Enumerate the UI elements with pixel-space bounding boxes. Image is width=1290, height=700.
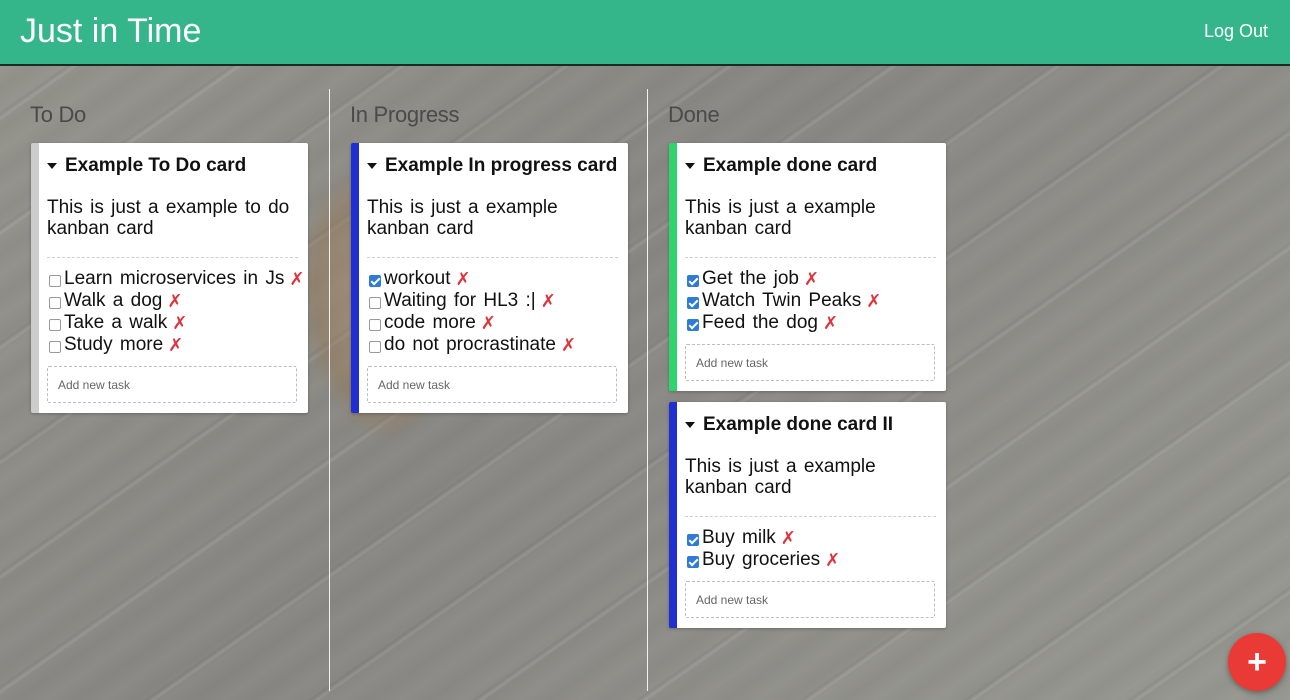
task-label: Buy milk xyxy=(702,527,776,548)
delete-task-icon[interactable]: ✗ xyxy=(825,550,840,571)
column-title-todo: To Do xyxy=(30,102,86,127)
card-header[interactable]: Example done card II xyxy=(677,402,946,448)
task-checkbox[interactable] xyxy=(49,318,61,331)
task-list: workout ✗ Waiting for HL3 :| ✗ code more… xyxy=(359,258,628,360)
task-item: Take a walk ✗ xyxy=(49,312,308,334)
add-task-input[interactable] xyxy=(47,366,297,403)
delete-task-icon[interactable]: ✗ xyxy=(289,269,304,290)
add-task-input[interactable] xyxy=(367,366,617,403)
task-checkbox[interactable] xyxy=(369,296,381,309)
task-item: Feed the dog ✗ xyxy=(687,312,946,334)
card-header[interactable]: Example done card xyxy=(677,143,946,189)
task-label: Watch Twin Peaks xyxy=(702,290,862,311)
task-item: Watch Twin Peaks ✗ xyxy=(687,290,946,312)
top-bar: Just in Time Log Out xyxy=(0,0,1290,66)
task-label: Get the job xyxy=(702,268,799,289)
task-checkbox[interactable] xyxy=(369,318,381,331)
task-checkbox[interactable] xyxy=(49,296,61,309)
card-done-2: Example done card II This is just a exam… xyxy=(669,402,946,628)
task-list: Buy milk ✗ Buy groceries ✗ xyxy=(677,517,946,575)
delete-task-icon[interactable]: ✗ xyxy=(172,313,187,334)
task-label: workout xyxy=(384,268,451,289)
task-label: Waiting for HL3 :| xyxy=(384,290,536,311)
delete-task-icon[interactable]: ✗ xyxy=(866,291,881,312)
task-item: Learn microservices in Js ✗ xyxy=(49,268,308,290)
task-item: Waiting for HL3 :| ✗ xyxy=(369,290,628,312)
card-description: This is just a example to do kanban card xyxy=(47,189,298,258)
collapse-caret-icon[interactable] xyxy=(367,163,377,169)
column-divider xyxy=(329,89,330,691)
add-task-input[interactable] xyxy=(685,581,935,618)
task-item: workout ✗ xyxy=(369,268,628,290)
collapse-caret-icon[interactable] xyxy=(685,163,695,169)
card-title: Example done card xyxy=(703,155,878,176)
card-header[interactable]: Example In progress card xyxy=(359,143,628,189)
delete-task-icon[interactable]: ✗ xyxy=(456,269,471,290)
delete-task-icon[interactable]: ✗ xyxy=(481,313,496,334)
task-list: Learn microservices in Js ✗ Walk a dog ✗… xyxy=(39,258,308,360)
task-label: Walk a dog xyxy=(64,290,163,311)
task-checkbox[interactable] xyxy=(49,274,61,287)
task-item: Buy groceries ✗ xyxy=(687,549,946,571)
delete-task-icon[interactable]: ✗ xyxy=(167,291,182,312)
card-title: Example In progress card xyxy=(385,155,618,176)
task-item: Walk a dog ✗ xyxy=(49,290,308,312)
card-description: This is just a example kanban card xyxy=(367,189,618,258)
task-item: Study more ✗ xyxy=(49,334,308,356)
task-item: Buy milk ✗ xyxy=(687,527,946,549)
task-label: code more xyxy=(384,312,476,333)
task-list: Get the job ✗ Watch Twin Peaks ✗ Feed th… xyxy=(677,258,946,338)
task-checkbox[interactable] xyxy=(687,318,699,331)
task-item: do not procrastinate ✗ xyxy=(369,334,628,356)
card-done: Example done card This is just a example… xyxy=(669,143,946,391)
delete-task-icon[interactable]: ✗ xyxy=(168,335,183,356)
add-card-button[interactable]: + xyxy=(1228,633,1286,691)
logout-button[interactable]: Log Out xyxy=(1204,21,1268,42)
task-checkbox[interactable] xyxy=(687,296,699,309)
task-label: Buy groceries xyxy=(702,549,821,570)
collapse-caret-icon[interactable] xyxy=(47,163,57,169)
column-title-in-progress: In Progress xyxy=(350,102,460,127)
delete-task-icon[interactable]: ✗ xyxy=(541,291,556,312)
app-title: Just in Time xyxy=(20,12,202,50)
task-label: Learn microservices in Js xyxy=(64,268,285,289)
card-title: Example To Do card xyxy=(65,155,247,176)
collapse-caret-icon[interactable] xyxy=(685,422,695,428)
task-checkbox[interactable] xyxy=(687,533,699,546)
add-task-input[interactable] xyxy=(685,344,935,381)
card-header[interactable]: Example To Do card xyxy=(39,143,308,189)
delete-task-icon[interactable]: ✗ xyxy=(823,313,838,334)
delete-task-icon[interactable]: ✗ xyxy=(781,528,796,549)
delete-task-icon[interactable]: ✗ xyxy=(561,335,576,356)
column-divider xyxy=(647,89,648,691)
task-checkbox[interactable] xyxy=(687,274,699,287)
task-checkbox[interactable] xyxy=(687,555,699,568)
task-item: Get the job ✗ xyxy=(687,268,946,290)
task-label: Feed the dog xyxy=(702,312,818,333)
task-checkbox[interactable] xyxy=(49,340,61,353)
card-description: This is just a example kanban card xyxy=(685,448,936,517)
task-item: code more ✗ xyxy=(369,312,628,334)
task-checkbox[interactable] xyxy=(369,340,381,353)
card-description: This is just a example kanban card xyxy=(685,189,936,258)
task-checkbox[interactable] xyxy=(369,274,381,287)
task-label: Take a walk xyxy=(64,312,168,333)
card-title: Example done card II xyxy=(703,414,894,435)
column-title-done: Done xyxy=(668,102,720,127)
card-in-progress: Example In progress card This is just a … xyxy=(351,143,628,413)
delete-task-icon[interactable]: ✗ xyxy=(804,269,819,290)
card-todo: Example To Do card This is just a exampl… xyxy=(31,143,308,413)
task-label: Study more xyxy=(64,334,164,355)
task-label: do not procrastinate xyxy=(384,334,556,355)
